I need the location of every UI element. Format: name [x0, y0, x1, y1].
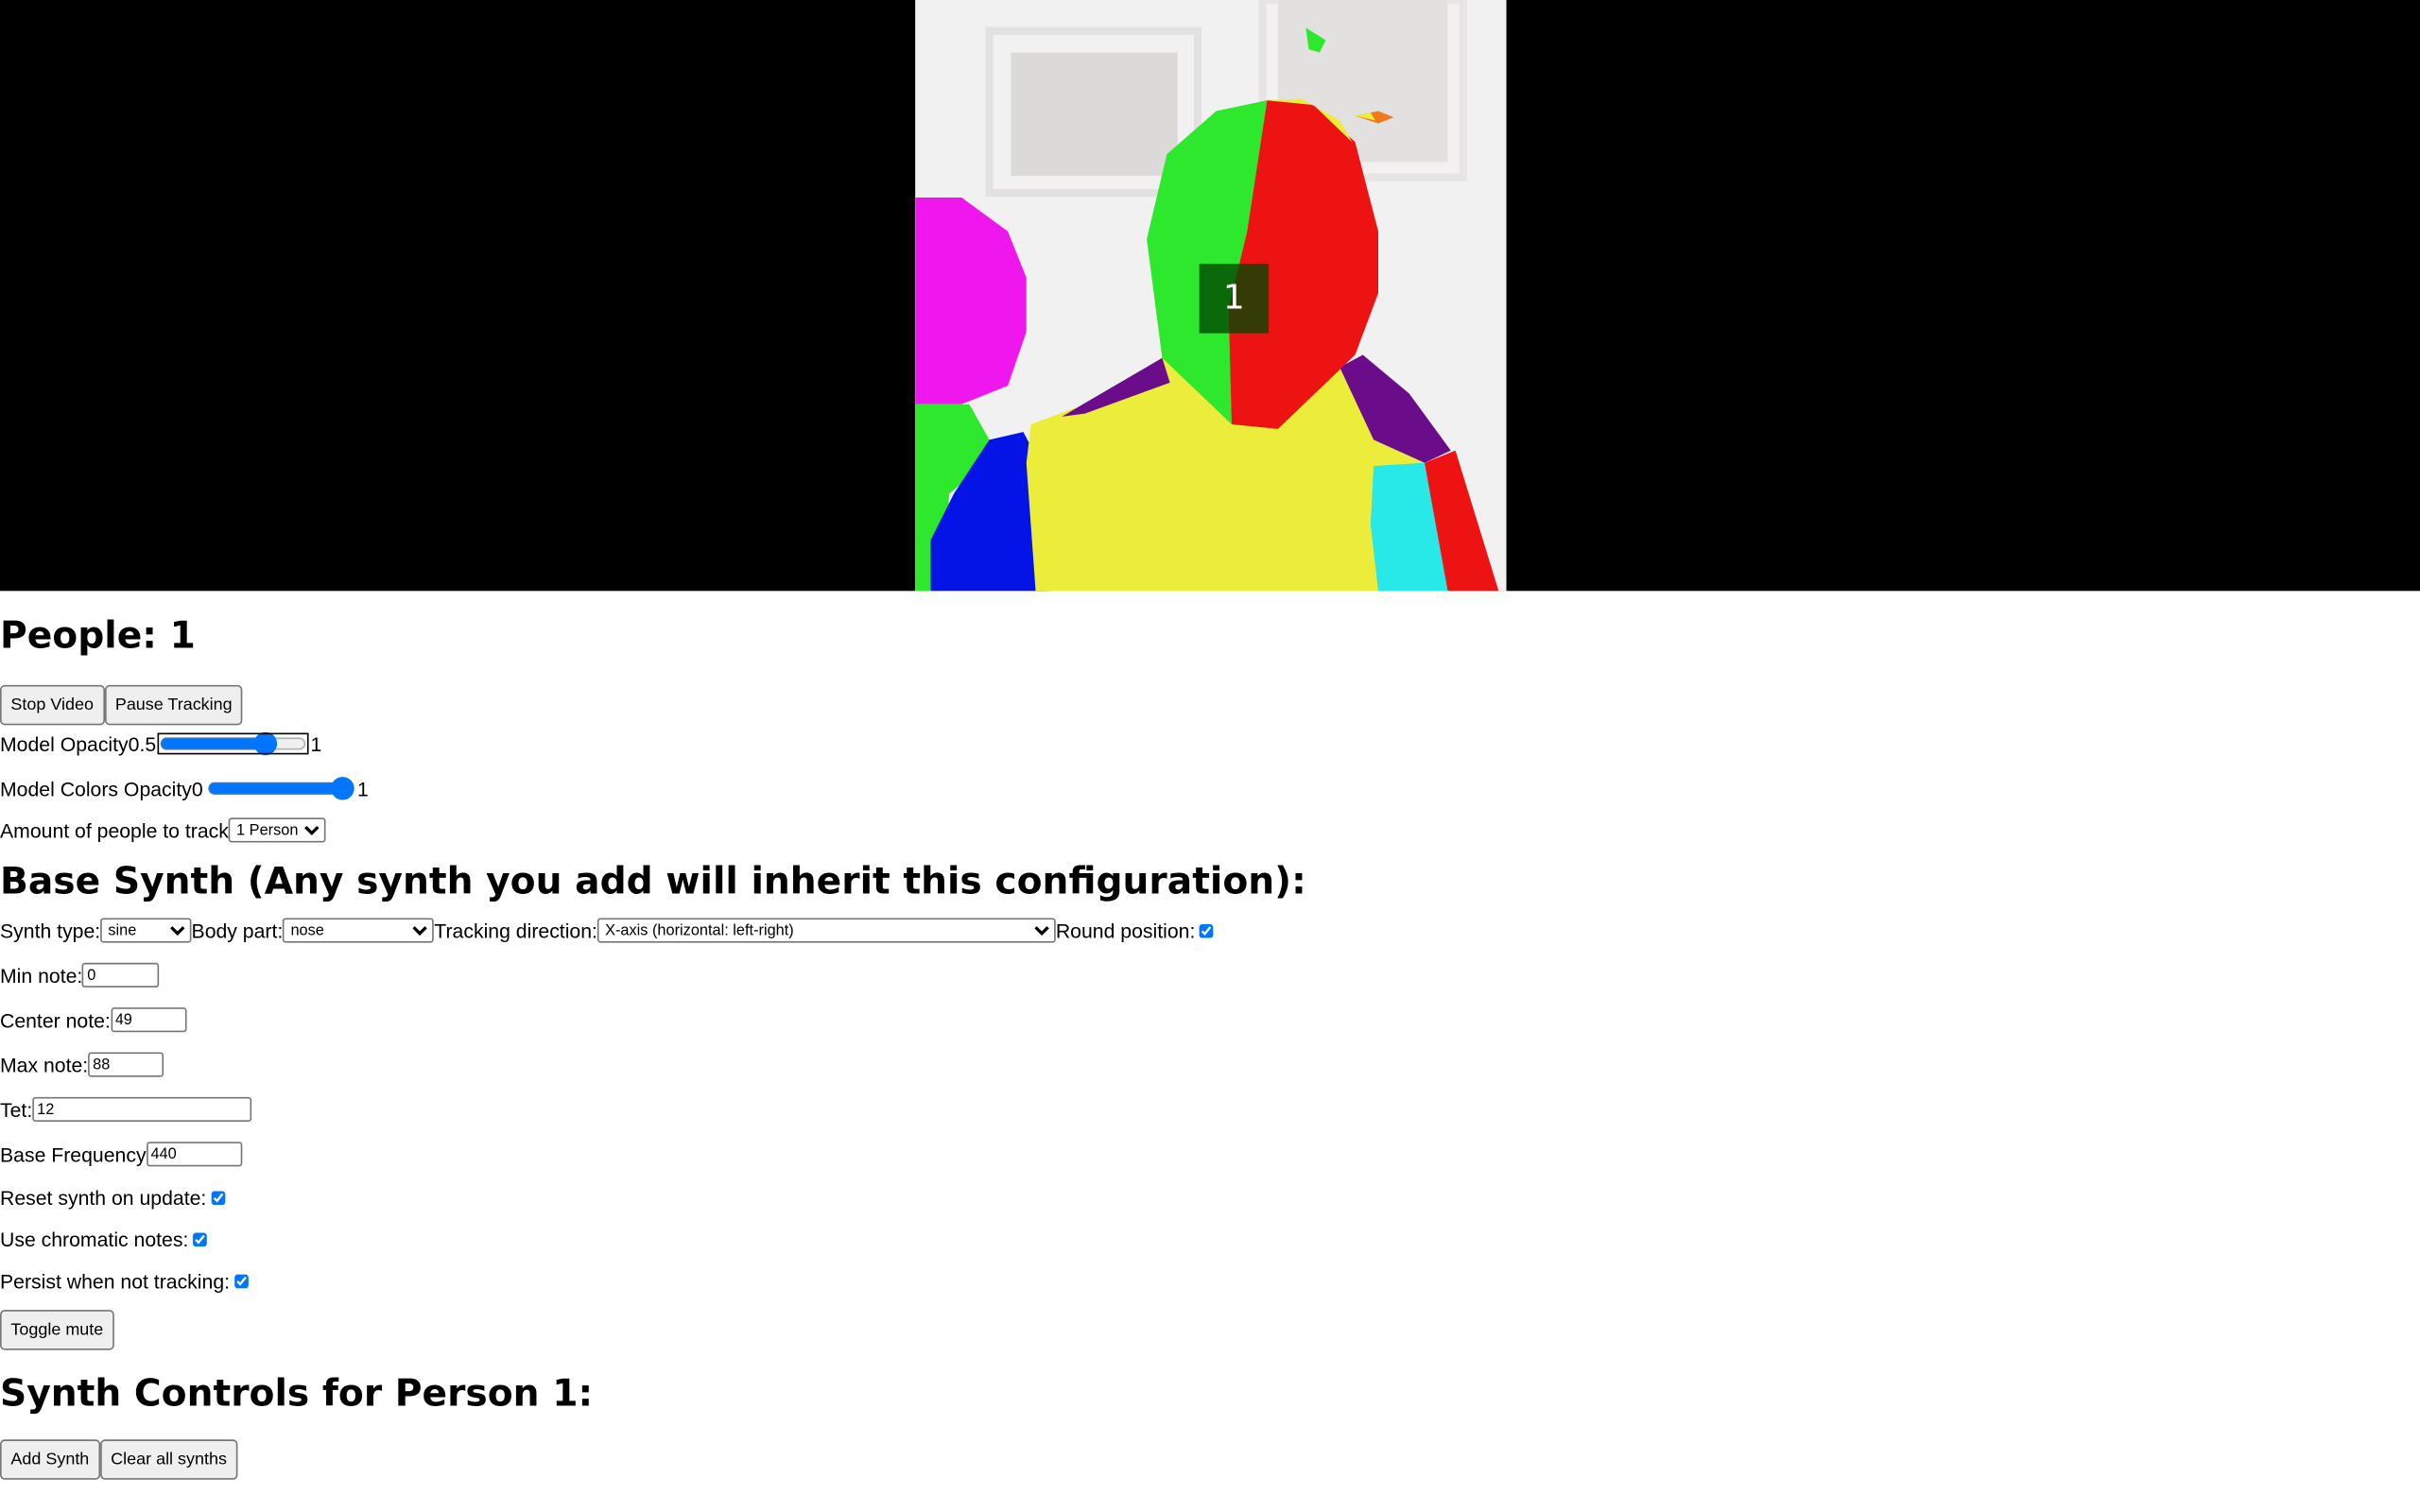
synth-type-label: Synth type: [0, 919, 101, 942]
add-synth-button[interactable]: Add Synth [0, 1439, 100, 1480]
center-note-row: Center note: [0, 1002, 2420, 1039]
model-colors-opacity-min: 0 [191, 777, 203, 800]
tet-label: Tet: [0, 1097, 33, 1122]
model-opacity-max: 1 [310, 731, 322, 756]
persist-label: Persist when not tracking: [0, 1268, 231, 1293]
reset-synth-checkbox[interactable] [211, 1190, 225, 1205]
people-to-track-label: Amount of people to track [0, 818, 229, 842]
synth-type-select[interactable]: sine [100, 918, 192, 943]
tet-input[interactable] [32, 1096, 252, 1122]
chromatic-notes-row: Use chromatic notes: [0, 1222, 2420, 1256]
model-colors-opacity-row: Model Colors Opacity 0 1 [0, 773, 2420, 804]
tet-row: Tet: [0, 1091, 2420, 1127]
video-feed: 1 [915, 0, 1507, 592]
body-part-label: Body part: [191, 919, 284, 942]
chromatic-notes-checkbox[interactable] [193, 1231, 207, 1246]
base-synth-main-row: Synth type: sine Body part: nose Trackin… [0, 912, 2420, 949]
people-to-track-row: Amount of people to track 1 Person [0, 815, 2420, 846]
round-position-checkbox[interactable] [1200, 923, 1214, 937]
chromatic-notes-label: Use chromatic notes: [0, 1227, 189, 1251]
person-synth-controls: Add Synth Clear all synths [0, 1439, 2420, 1480]
persist-checkbox[interactable] [233, 1273, 249, 1288]
person-synth-heading: Synth Controls for Person 1: [0, 1371, 594, 1416]
body-part-select[interactable]: nose [283, 918, 435, 943]
people-to-track-select[interactable]: 1 Person [228, 817, 326, 843]
persist-row: Persist when not tracking: [0, 1263, 2420, 1297]
model-colors-opacity-label: Model Colors Opacity [0, 777, 192, 800]
tracking-direction-select[interactable]: X-axis (horizontal: left-right) [596, 918, 1056, 943]
clear-all-synths-button[interactable]: Clear all synths [99, 1439, 238, 1480]
center-note-label: Center note: [0, 1007, 111, 1032]
min-note-row: Min note: [0, 956, 2420, 993]
max-note-row: Max note: [0, 1046, 2420, 1083]
reset-synth-label: Reset synth on update: [0, 1185, 207, 1210]
reset-synth-row: Reset synth on update: [0, 1180, 2420, 1214]
video-area: 1 [0, 0, 2420, 592]
center-note-input[interactable] [110, 1007, 186, 1033]
base-synth-heading: Base Synth (Any synth you add will inher… [0, 859, 1306, 903]
min-note-label: Min note: [0, 963, 83, 988]
max-note-input[interactable] [88, 1052, 164, 1077]
min-note-input[interactable] [82, 962, 160, 988]
max-note-label: Max note: [0, 1053, 89, 1076]
model-colors-opacity-max: 1 [356, 777, 369, 800]
pause-tracking-button[interactable]: Pause Tracking [104, 684, 244, 726]
base-frequency-row: Base Frequency [0, 1136, 2420, 1173]
toggle-mute-button[interactable]: Toggle mute [0, 1310, 114, 1350]
model-opacity-label: Model Opacity [0, 731, 129, 756]
app-root: 1 People: 1 Stop Video Pause Tracking Mo… [0, 0, 2420, 1480]
video-controls: Stop Video Pause Tracking [0, 684, 2420, 726]
model-opacity-min: 0.5 [128, 731, 157, 756]
model-opacity-slider[interactable] [157, 732, 309, 755]
person-id-badge: 1 [1199, 264, 1270, 334]
mute-row: Toggle mute [0, 1310, 2420, 1350]
round-position-label: Round position: [1055, 919, 1196, 942]
base-frequency-input[interactable] [146, 1142, 242, 1167]
people-count-heading: People: 1 [0, 613, 196, 658]
tracking-direction-label: Tracking direction: [434, 919, 597, 942]
base-frequency-label: Base Frequency [0, 1143, 147, 1166]
stop-video-button[interactable]: Stop Video [0, 684, 105, 726]
model-opacity-row: Model Opacity 0.5 1 [0, 729, 2420, 760]
model-colors-opacity-slider[interactable] [205, 779, 354, 799]
